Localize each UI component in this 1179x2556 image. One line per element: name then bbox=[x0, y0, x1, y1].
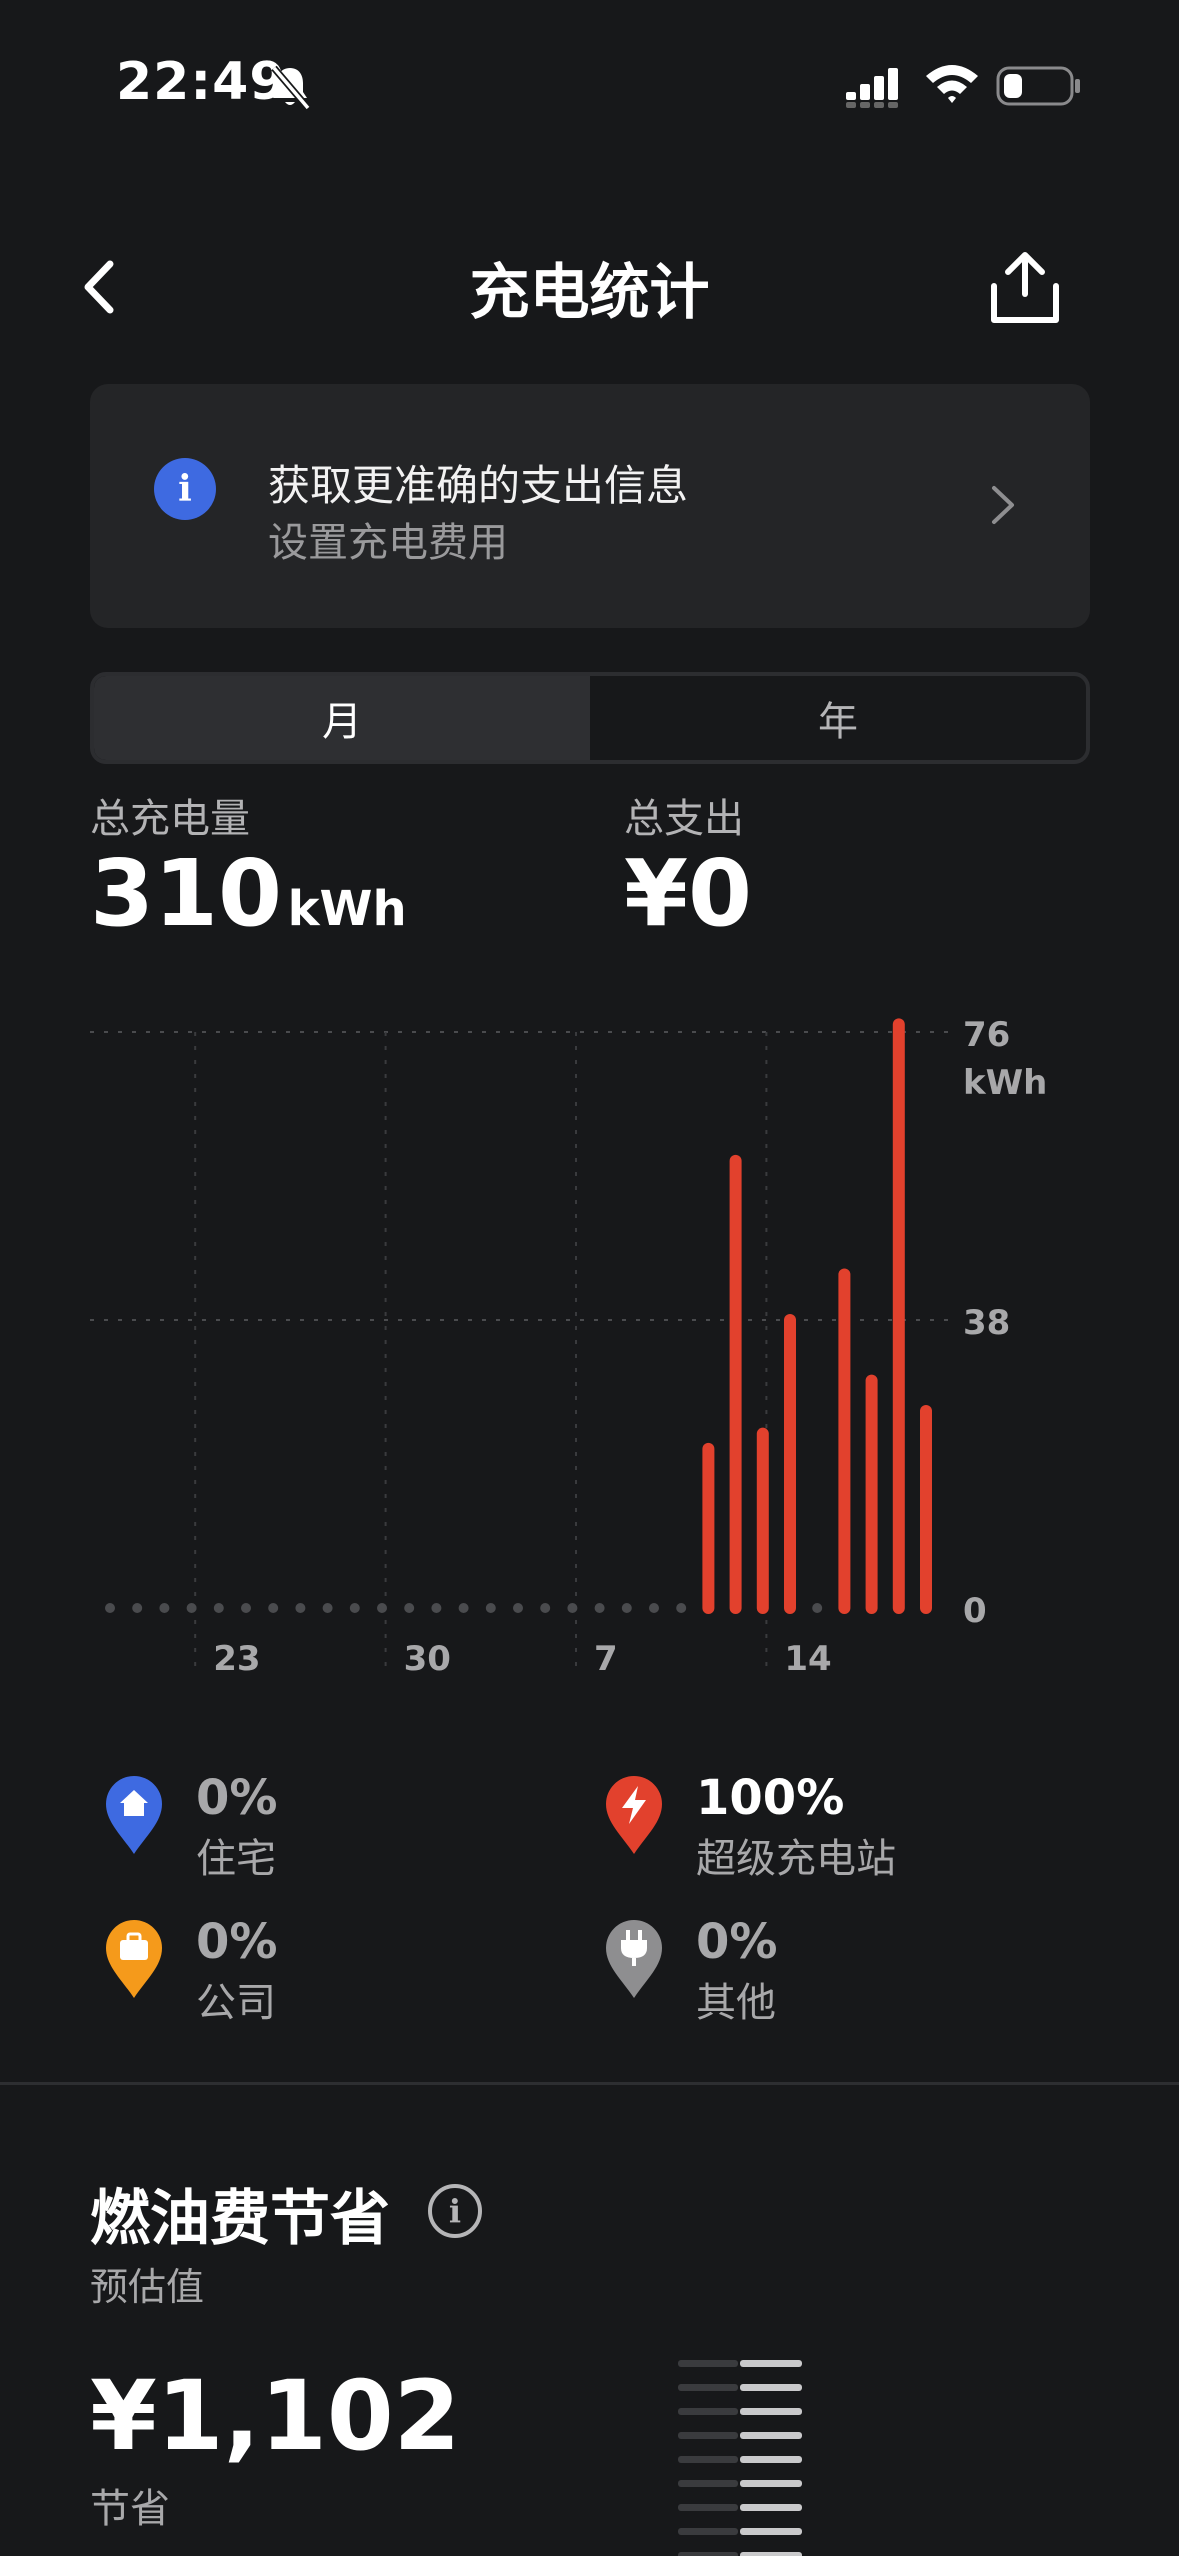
bell-muted-icon bbox=[271, 65, 311, 111]
baseline-dot bbox=[186, 1603, 197, 1613]
total-energy-unit: kWh bbox=[287, 881, 407, 937]
plug-icon bbox=[606, 1920, 662, 1998]
baseline-dot bbox=[621, 1603, 632, 1613]
y-tick-label: 76 bbox=[963, 1015, 1010, 1055]
period-segmented-control: 月 年 bbox=[90, 672, 1090, 764]
work-percent: 0% bbox=[196, 1914, 278, 1970]
chevron-right-icon bbox=[992, 486, 1014, 524]
baseline-dot bbox=[404, 1603, 415, 1613]
baseline-dot bbox=[213, 1603, 224, 1613]
x-tick-label: 23 bbox=[213, 1639, 260, 1679]
baseline-dot bbox=[431, 1603, 442, 1613]
gauge-bar bbox=[678, 2360, 738, 2367]
gauge-bar-fill bbox=[740, 2480, 802, 2487]
gauge-bar bbox=[678, 2408, 738, 2415]
x-tick-label: 30 bbox=[404, 1639, 451, 1679]
baseline-dot bbox=[349, 1603, 360, 1613]
bolt-icon bbox=[606, 1776, 662, 1854]
baseline-dot bbox=[567, 1603, 578, 1613]
charging-bar-chart: 76 38 0 kWh 23 30 7 14 bbox=[90, 1015, 1047, 1679]
work-label: 公司 bbox=[196, 1980, 276, 2026]
total-cost-value: ¥0 bbox=[624, 840, 753, 947]
home-label: 住宅 bbox=[196, 1836, 276, 1882]
briefcase-icon bbox=[106, 1920, 162, 1998]
gauge-bar-fill bbox=[740, 2552, 802, 2556]
fuel-gauge-icon bbox=[678, 2360, 802, 2556]
gauge-bar bbox=[678, 2384, 738, 2391]
x-tick-label: 7 bbox=[594, 1639, 618, 1679]
x-tick-label: 14 bbox=[784, 1639, 831, 1679]
gauge-bar bbox=[678, 2480, 738, 2487]
charging-cost-card[interactable]: i 获取更准确的支出信息 设置充电费用 bbox=[90, 384, 1090, 628]
supercharger-percent: 100% bbox=[696, 1770, 845, 1826]
fuel-savings-label: 节省 bbox=[90, 2486, 170, 2532]
fuel-savings-value: ¥1,102 bbox=[90, 2360, 461, 2472]
other-percent: 0% bbox=[696, 1914, 778, 1970]
gauge-bar-fill bbox=[740, 2432, 802, 2439]
battery-icon bbox=[996, 66, 1080, 106]
home-icon bbox=[106, 1776, 162, 1854]
gauge-bar bbox=[678, 2504, 738, 2511]
gauge-bar bbox=[678, 2456, 738, 2463]
fuel-savings-subtitle: 预估值 bbox=[90, 2265, 205, 2309]
y-tick-label: 38 bbox=[963, 1303, 1010, 1343]
baseline-dot bbox=[159, 1603, 170, 1613]
baseline-dot bbox=[540, 1603, 551, 1613]
baseline-dot bbox=[105, 1603, 115, 1613]
baseline-dot bbox=[513, 1603, 523, 1613]
y-tick-label: 0 bbox=[963, 1591, 987, 1631]
gauge-bar-fill bbox=[740, 2456, 802, 2463]
info-card-title: 获取更准确的支出信息 bbox=[268, 461, 689, 510]
gauge-bar bbox=[678, 2528, 738, 2535]
total-energy-value: 310 kWh bbox=[90, 840, 407, 947]
baseline-dot bbox=[322, 1603, 333, 1613]
section-divider bbox=[0, 2082, 1179, 2085]
other-label: 其他 bbox=[696, 1980, 776, 2026]
baseline-dot bbox=[812, 1603, 823, 1613]
share-button[interactable] bbox=[988, 250, 1062, 326]
info-icon: i bbox=[154, 458, 216, 520]
baseline-dot bbox=[132, 1603, 143, 1613]
baseline-dot bbox=[241, 1603, 251, 1613]
fuel-savings-title: 燃油费节省 bbox=[90, 2184, 390, 2254]
info-icon[interactable]: i bbox=[428, 2184, 482, 2238]
total-energy-number: 310 bbox=[90, 840, 283, 947]
baseline-dot bbox=[377, 1603, 387, 1613]
baseline-dot bbox=[485, 1603, 496, 1613]
baseline-dot bbox=[649, 1603, 659, 1613]
baseline-dot bbox=[458, 1603, 469, 1613]
gauge-bar-fill bbox=[740, 2504, 802, 2511]
gauge-bar-fill bbox=[740, 2360, 802, 2367]
signal-icon bbox=[846, 68, 898, 108]
gauge-bar-fill bbox=[740, 2408, 802, 2415]
baseline-dot bbox=[676, 1603, 687, 1613]
wifi-icon bbox=[926, 65, 978, 103]
gauge-bar-fill bbox=[740, 2528, 802, 2535]
home-percent: 0% bbox=[196, 1770, 278, 1826]
gauge-bar bbox=[678, 2432, 738, 2439]
status-time: 22:49 bbox=[116, 52, 287, 112]
total-energy-label: 总充电量 bbox=[90, 796, 250, 842]
total-cost-label: 总支出 bbox=[624, 796, 744, 842]
baseline-dot bbox=[594, 1603, 605, 1613]
tab-year[interactable]: 年 bbox=[590, 676, 1086, 760]
baseline-dot bbox=[295, 1603, 306, 1613]
gauge-bar bbox=[678, 2552, 738, 2556]
gauge-bar-fill bbox=[740, 2384, 802, 2391]
info-card-subtitle: 设置充电费用 bbox=[268, 520, 508, 566]
supercharger-label: 超级充电站 bbox=[696, 1836, 896, 1882]
tab-month[interactable]: 月 bbox=[94, 676, 590, 760]
baseline-dot bbox=[268, 1603, 279, 1613]
y-unit-label: kWh bbox=[963, 1063, 1047, 1103]
